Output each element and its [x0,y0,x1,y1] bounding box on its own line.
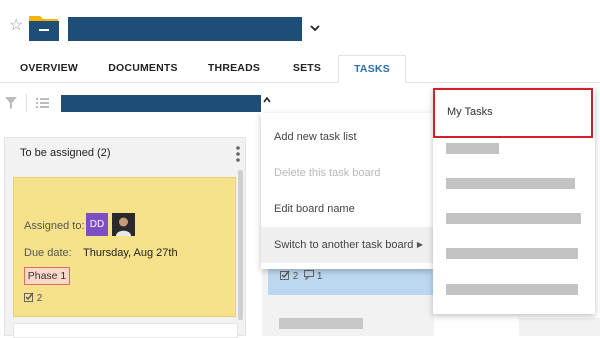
tab-bar: OVERVIEW DOCUMENTS THREADS SETS TASKS [0,55,600,83]
submenu-item-redacted[interactable] [446,143,499,154]
board-name-redacted[interactable] [61,95,261,112]
menu-item-edit-board-name[interactable]: Edit board name [261,191,433,227]
tab-overview[interactable]: OVERVIEW [10,55,88,82]
tab-sets[interactable]: SETS [284,55,330,82]
column-title: To be assigned (2) [20,147,111,159]
submenu-item-redacted[interactable] [446,178,575,189]
right-column-edge [519,318,600,336]
submenu-item-redacted[interactable] [446,248,578,259]
folder-icon [29,16,59,41]
middle-checklist-count: 2 [292,271,299,282]
checklist-count: 2 [24,292,42,304]
submenu-item-redacted[interactable] [446,284,578,295]
due-date-value: Thursday, Aug 27th [83,247,178,259]
middle-card-title-redacted [279,318,363,329]
my-tasks-label: My Tasks [447,106,493,118]
filter-icon[interactable] [5,97,17,109]
checklist-count-value: 2 [36,293,43,304]
tab-tasks[interactable]: TASKS [338,55,406,83]
toolbar-divider [26,94,27,112]
phase-badge: Phase 1 [24,267,70,285]
switch-board-label: Switch to another task board [274,239,414,251]
middle-card-meta: 2 1 [280,270,322,282]
avatar-dd[interactable]: DD [86,213,108,236]
board-context-menu: Add new task list Delete this task board… [261,113,433,269]
list-icon[interactable] [36,97,49,109]
checklist-icon [24,292,34,302]
due-date-label: Due date: [24,247,72,259]
submenu-item-my-tasks[interactable]: My Tasks [433,88,593,138]
column-scrollbar[interactable] [238,170,243,320]
submenu-item-redacted[interactable] [446,213,581,224]
tab-documents[interactable]: DOCUMENTS [100,55,186,82]
workspace-title-redacted [68,17,302,41]
middle-comment-count: 1 [316,271,323,282]
menu-item-delete-board: Delete this task board [274,167,381,179]
checklist-icon [280,270,290,280]
assigned-to-label: Assigned to: [24,220,85,232]
tab-threads[interactable]: THREADS [200,55,268,82]
title-dropdown-chevron-icon[interactable] [310,21,320,35]
column-menu-kebab-icon[interactable] [233,144,243,164]
menu-item-switch-board[interactable]: Switch to another task board ▶ [261,227,433,263]
comment-icon [304,270,315,281]
submenu-arrow-icon: ▶ [416,240,423,249]
favorite-star-icon[interactable]: ☆ [9,18,23,34]
menu-item-add-task-list[interactable]: Add new task list [261,119,433,155]
avatar-photo[interactable] [112,213,135,236]
board-chevron-up-icon[interactable] [263,95,271,106]
